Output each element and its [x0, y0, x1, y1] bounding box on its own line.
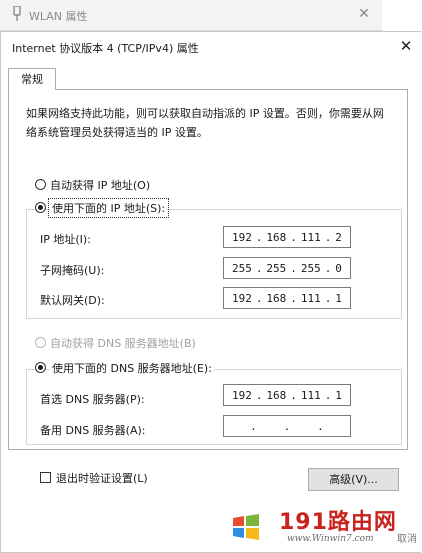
octet: 168	[266, 388, 287, 402]
site-watermark: 191路由网 www.Winwin7.com 取消	[225, 498, 420, 551]
dot-separator: .	[317, 419, 324, 433]
alternate-dns-field[interactable]: . . .	[223, 415, 351, 437]
dot-separator: .	[255, 261, 263, 275]
advanced-button[interactable]: 高级(V)...	[308, 468, 399, 491]
dot-separator: .	[324, 291, 332, 305]
dot-separator: .	[290, 291, 297, 305]
octet: 111	[300, 291, 321, 305]
default-gateway-label: 默认网关(D):	[40, 294, 105, 307]
dot-separator: .	[250, 419, 257, 433]
dot-separator: .	[255, 388, 263, 402]
dot-separator: .	[255, 230, 263, 244]
dot-separator: .	[324, 230, 332, 244]
dialog-close-icon[interactable]: ✕	[396, 36, 416, 56]
ip-manual-label[interactable]: 使用下面的 IP 地址(S):	[47, 198, 170, 218]
octet: 192	[231, 230, 252, 244]
octet: 192	[231, 291, 252, 305]
validate-on-exit-checkbox[interactable]	[40, 472, 51, 483]
octet: 1	[335, 388, 342, 402]
description-text: 如果网络支持此功能，则可以获取自动指派的 IP 设置。否则，你需要从网络系统管理…	[26, 107, 384, 139]
default-gateway-field[interactable]: 192. 168. 111. 1	[223, 287, 351, 309]
ip-auto-radio[interactable]	[35, 179, 46, 190]
dns-manual-radio[interactable]	[35, 362, 46, 373]
subnet-mask-label: 子网掩码(U):	[40, 264, 105, 277]
octet: 255	[300, 261, 321, 275]
preferred-dns-field[interactable]: 192. 168. 111. 1	[223, 384, 351, 406]
dot-separator: .	[290, 261, 297, 275]
dot-separator: .	[290, 388, 297, 402]
background-window-close-icon[interactable]: ✕	[355, 5, 373, 23]
preferred-dns-label: 首选 DNS 服务器(P):	[40, 393, 145, 406]
octet: 168	[266, 230, 287, 244]
background-window-title: WLAN 属性	[29, 10, 88, 23]
dot-separator: .	[255, 291, 263, 305]
cancel-button-partial[interactable]: 取消	[397, 530, 417, 545]
dns-auto-label[interactable]: 自动获得 DNS 服务器地址(B)	[50, 335, 196, 351]
octet: 1	[335, 291, 342, 305]
dot-separator: .	[290, 230, 297, 244]
dns-auto-radio[interactable]	[35, 337, 46, 348]
dot-separator: .	[324, 388, 332, 402]
octet: 255	[266, 261, 287, 275]
validate-on-exit-label[interactable]: 退出时验证设置(L)	[56, 470, 148, 486]
dot-separator: .	[324, 261, 332, 275]
dialog-title: Internet 协议版本 4 (TCP/IPv4) 属性	[12, 42, 199, 55]
octet: 192	[231, 388, 252, 402]
alternate-dns-label: 备用 DNS 服务器(A):	[40, 424, 146, 437]
network-adapter-icon	[13, 6, 21, 21]
octet: 0	[335, 261, 342, 275]
ip-manual-radio[interactable]	[35, 202, 46, 213]
octet: 111	[300, 230, 321, 244]
octet: 168	[266, 291, 287, 305]
octet: 2	[335, 230, 342, 244]
dns-manual-label[interactable]: 使用下面的 DNS 服务器地址(E):	[50, 360, 214, 376]
watermark-brand-text: 191路由网	[279, 510, 397, 535]
windows-logo-icon	[233, 514, 259, 540]
ip-address-label: IP 地址(I):	[40, 233, 91, 246]
tab-general[interactable]: 常规	[8, 68, 56, 90]
subnet-mask-field[interactable]: 255. 255. 255. 0	[223, 257, 351, 279]
ip-address-field[interactable]: 192. 168. 111. 2	[223, 226, 351, 248]
watermark-site-text: www.Winwin7.com	[287, 534, 374, 544]
ip-auto-label[interactable]: 自动获得 IP 地址(O)	[50, 177, 150, 193]
octet: 111	[300, 388, 321, 402]
dot-separator: .	[283, 419, 291, 433]
octet: 255	[231, 261, 252, 275]
